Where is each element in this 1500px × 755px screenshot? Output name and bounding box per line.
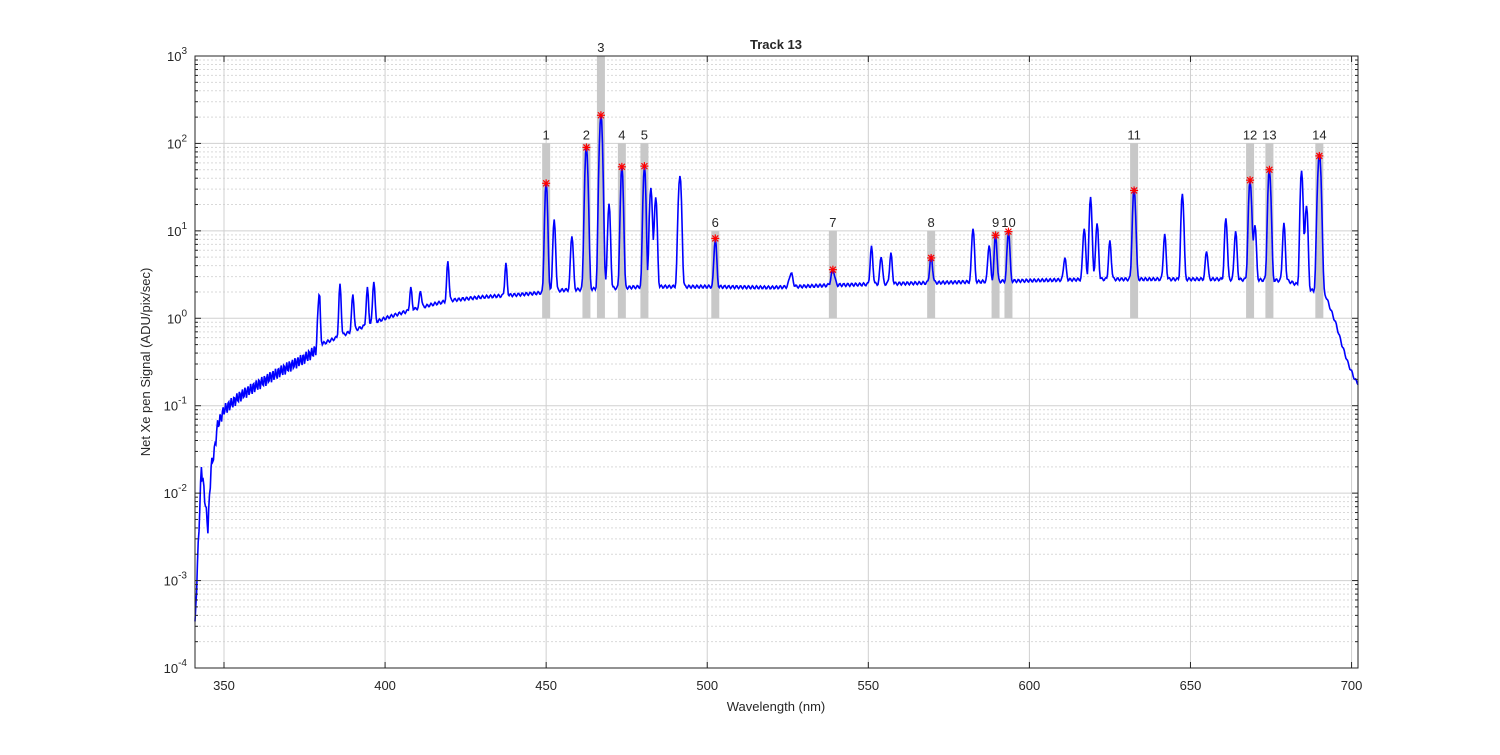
peak-label: 7: [829, 215, 836, 230]
peak-label: 10: [1001, 215, 1015, 230]
peak-marker: [1265, 165, 1274, 174]
y-tick-label: 102: [167, 133, 187, 151]
peak-marker: [640, 162, 649, 171]
peak-marker: [617, 162, 626, 171]
peak-label: 14: [1312, 127, 1326, 142]
x-axis-title: Wavelength (nm): [727, 699, 826, 714]
peak-marker: [828, 265, 837, 274]
y-tick-labels: 10-4 10-3 10-2 10-1 100 101 102 103: [164, 46, 188, 676]
x-tick-label: 700: [1341, 678, 1363, 693]
y-tick-label: 10-4: [164, 658, 188, 676]
peak-marker: [711, 234, 720, 243]
peak-label: 2: [583, 127, 590, 142]
x-tick-label: 500: [696, 678, 718, 693]
peak-marker: [542, 179, 551, 188]
peak-label: 4: [618, 127, 625, 142]
x-tick-label: 350: [213, 678, 235, 693]
y-tick-label: 10-1: [164, 396, 188, 414]
peak-label: 6: [712, 215, 719, 230]
y-tick-label: 101: [167, 221, 187, 239]
peak-label: 9: [992, 215, 999, 230]
peak-band: [542, 143, 551, 319]
y-tick-label: 103: [167, 46, 187, 64]
y-tick-label: 100: [167, 308, 187, 326]
chart-title: Track 13: [750, 37, 802, 52]
y-tick-label: 10-2: [164, 483, 188, 501]
peak-marker: [1130, 186, 1139, 195]
chart-figure: 1 2 3 4 5 6 7 8 9 10 11 12 13 14 350 400 450 500 550 600 65…: [0, 0, 1500, 750]
peak-label: 3: [597, 40, 604, 55]
spectrum-chart: 1 234 56 7 8 9 1011 12 13 14 350 400 450 500 550 600 65…: [138, 37, 1362, 714]
peak-marker: [927, 253, 936, 262]
peak-label: 5: [641, 127, 648, 142]
x-tick-labels: 350 400 450 500 550 600 650 700: [213, 678, 1362, 693]
peak-marker: [582, 143, 591, 152]
x-tick-label: 450: [535, 678, 557, 693]
x-tick-label: 550: [857, 678, 879, 693]
peak-label: 13: [1262, 127, 1276, 142]
x-tick-label: 650: [1180, 678, 1202, 693]
peak-marker: [1246, 176, 1255, 185]
peak-label: 11: [1127, 127, 1141, 142]
y-axis-title: Net Xe pen Signal (ADU/pix/sec): [138, 268, 153, 457]
peak-band: [828, 230, 837, 319]
y-tick-label: 10-3: [164, 571, 188, 589]
x-tick-label: 600: [1019, 678, 1041, 693]
peak-marker: [1315, 151, 1324, 160]
peak-marker: [991, 231, 1000, 240]
peak-label: 1: [543, 127, 550, 142]
peak-marker: [596, 111, 605, 120]
x-tick-label: 400: [374, 678, 396, 693]
peak-label: 8: [928, 215, 935, 230]
peak-label: 12: [1243, 127, 1257, 142]
